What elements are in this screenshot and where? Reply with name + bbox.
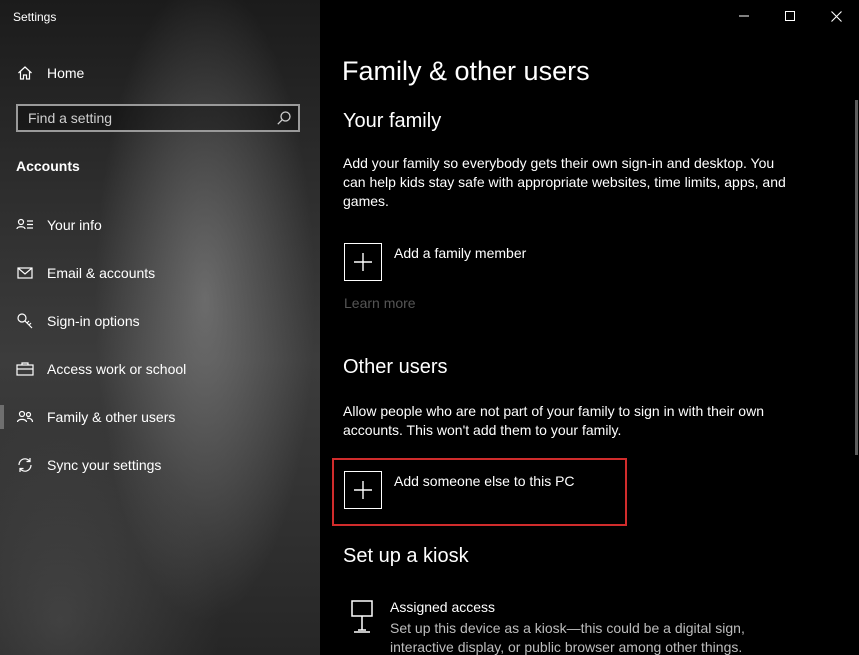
section-heading-other-users: Other users	[343, 356, 448, 378]
plus-icon	[354, 253, 372, 271]
search-input[interactable]	[18, 106, 288, 130]
person-card-icon	[16, 216, 34, 234]
add-family-member-label[interactable]: Add a family member	[394, 245, 526, 261]
sidebar-item-home[interactable]: Home	[0, 53, 320, 93]
sidebar: Settings Home Accounts Your info Email &…	[0, 0, 320, 655]
sidebar-item-sign-in-options[interactable]: Sign-in options	[0, 301, 320, 341]
briefcase-icon	[16, 360, 34, 378]
other-users-description: Allow people who are not part of your fa…	[343, 403, 764, 438]
app-title: Settings	[13, 10, 57, 24]
people-icon	[16, 408, 34, 426]
sidebar-item-label: Your info	[47, 217, 102, 233]
main-content: Family & other users Your family Add you…	[320, 0, 859, 655]
search-box[interactable]	[16, 104, 300, 132]
home-icon	[16, 64, 34, 82]
scrollbar[interactable]	[855, 100, 858, 455]
minimize-icon	[739, 15, 749, 17]
learn-more-link[interactable]: Learn more	[344, 295, 416, 311]
family-description: Add your family so everybody gets their …	[343, 155, 786, 209]
assigned-access-description: Set up this device as a kiosk—this could…	[390, 620, 745, 655]
kiosk-icon	[349, 600, 375, 634]
maximize-icon	[785, 11, 795, 21]
sidebar-item-label: Access work or school	[47, 361, 187, 377]
sidebar-item-label: Sync your settings	[47, 457, 162, 473]
sidebar-item-your-info[interactable]: Your info	[0, 205, 320, 245]
sidebar-item-label: Family & other users	[47, 409, 176, 425]
sidebar-item-sync-settings[interactable]: Sync your settings	[0, 445, 320, 485]
sidebar-item-label: Email & accounts	[47, 265, 156, 281]
sidebar-item-access-work-school[interactable]: Access work or school	[0, 349, 320, 389]
assigned-access-title[interactable]: Assigned access	[390, 599, 495, 615]
page-title: Family & other users	[342, 56, 590, 86]
sidebar-item-label: Home	[47, 65, 85, 81]
maximize-button[interactable]	[767, 0, 813, 32]
close-icon	[830, 10, 842, 22]
section-heading-your-family: Your family	[343, 110, 442, 132]
sync-icon	[16, 456, 34, 474]
section-title: Accounts	[16, 158, 80, 174]
section-heading-kiosk: Set up a kiosk	[343, 545, 469, 567]
minimize-button[interactable]	[721, 0, 767, 32]
key-icon	[16, 312, 34, 330]
search-icon[interactable]	[276, 110, 292, 126]
sidebar-item-email-accounts[interactable]: Email & accounts	[0, 253, 320, 293]
mail-icon	[16, 264, 34, 282]
close-button[interactable]	[813, 0, 859, 32]
sidebar-item-family-other-users[interactable]: Family & other users	[0, 397, 320, 437]
sidebar-item-label: Sign-in options	[47, 313, 140, 329]
add-family-member-button[interactable]	[344, 243, 382, 281]
highlight-box	[332, 458, 627, 526]
